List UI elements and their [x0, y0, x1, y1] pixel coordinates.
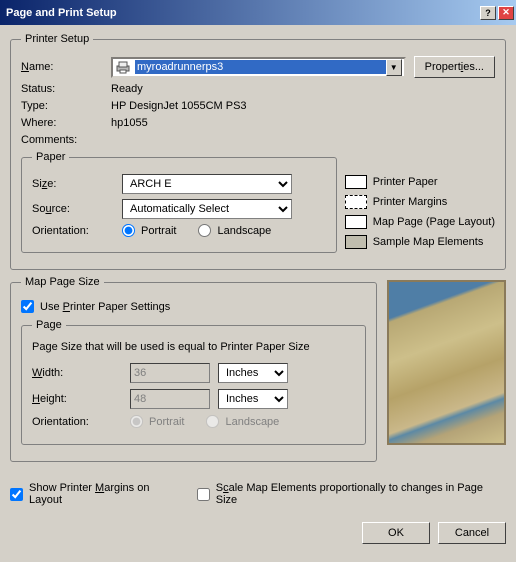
page-group: Page Page Size that will be used is equa… — [21, 319, 366, 445]
map-page-size-group: Map Page Size Use Printer Paper Settings… — [10, 276, 377, 462]
cancel-button[interactable]: Cancel — [438, 522, 506, 544]
paper-group: Paper Size: ARCH E Source: Automatically… — [21, 151, 337, 253]
map-page-size-legend: Map Page Size — [21, 276, 104, 288]
titlebar: Page and Print Setup ? ✕ — [0, 0, 516, 25]
paper-landscape-radio[interactable]: Landscape — [198, 224, 271, 237]
comments-label: Comments: — [21, 134, 111, 146]
page-legend: Page — [32, 319, 66, 331]
map-preview — [387, 280, 506, 445]
printer-paper-swatch — [345, 175, 367, 189]
height-unit-select[interactable]: Inches — [218, 389, 288, 409]
width-unit-select[interactable]: Inches — [218, 363, 288, 383]
paper-legend: Paper — [32, 151, 69, 163]
where-label: Where: — [21, 117, 111, 129]
close-button[interactable]: ✕ — [498, 6, 514, 20]
width-label: Width: — [32, 367, 122, 379]
ok-button[interactable]: OK — [362, 522, 430, 544]
type-value: HP DesignJet 1055CM PS3 — [111, 100, 495, 112]
printer-margins-swatch — [345, 195, 367, 209]
legend-box: Printer Paper Printer Margins Map Page (… — [345, 169, 495, 255]
type-label: Type: — [21, 100, 111, 112]
help-button[interactable]: ? — [480, 6, 496, 20]
paper-orientation-label: Orientation: — [32, 225, 122, 237]
printer-setup-legend: Printer Setup — [21, 33, 93, 45]
page-portrait-radio: Portrait — [130, 415, 184, 428]
sample-elements-swatch — [345, 235, 367, 249]
paper-source-select[interactable]: Automatically Select — [122, 199, 292, 219]
use-printer-settings-checkbox[interactable] — [21, 300, 34, 313]
height-input — [130, 389, 210, 409]
paper-size-select[interactable]: ARCH E — [122, 174, 292, 194]
printer-icon — [115, 60, 131, 74]
map-page-label: Map Page (Page Layout) — [373, 216, 495, 228]
printer-name-value: myroadrunnerps3 — [135, 60, 386, 74]
sample-elements-label: Sample Map Elements — [373, 236, 484, 248]
properties-button[interactable]: Properties... — [414, 56, 495, 78]
printer-name-select[interactable]: myroadrunnerps3 ▼ — [111, 57, 406, 78]
map-page-swatch — [345, 215, 367, 229]
width-input — [130, 363, 210, 383]
printer-margins-label: Printer Margins — [373, 196, 448, 208]
status-value: Ready — [111, 83, 495, 95]
height-label: Height: — [32, 393, 122, 405]
show-margins-checkbox[interactable]: Show Printer Margins on Layout — [10, 482, 185, 506]
size-label: Size: — [32, 178, 122, 190]
name-label: Name: — [21, 61, 111, 73]
printer-setup-group: Printer Setup Name: myroadrunnerps3 ▼ Pr… — [10, 33, 506, 270]
scale-elements-checkbox[interactable]: Scale Map Elements proportionally to cha… — [197, 482, 506, 506]
status-label: Status: — [21, 83, 111, 95]
use-printer-settings-label: Use Printer Paper Settings — [40, 301, 170, 313]
dropdown-icon: ▼ — [386, 59, 402, 76]
page-info: Page Size that will be used is equal to … — [32, 341, 355, 353]
printer-paper-label: Printer Paper — [373, 176, 438, 188]
page-landscape-radio: Landscape — [206, 415, 279, 428]
window-title: Page and Print Setup — [6, 7, 478, 19]
paper-portrait-radio[interactable]: Portrait — [122, 224, 176, 237]
window-body: Printer Setup Name: myroadrunnerps3 ▼ Pr… — [0, 25, 516, 552]
where-value: hp1055 — [111, 117, 495, 129]
source-label: Source: — [32, 203, 122, 215]
page-orientation-label: Orientation: — [32, 416, 122, 428]
